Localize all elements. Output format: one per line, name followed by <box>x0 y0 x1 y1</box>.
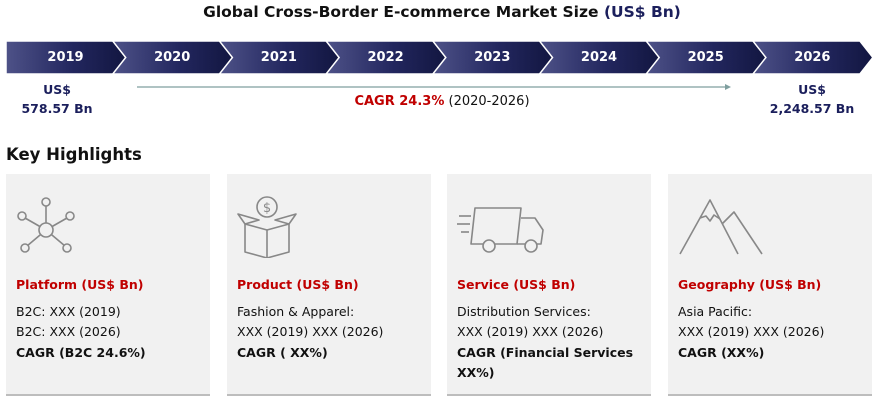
cagr-period: (2020-2026) <box>448 94 530 109</box>
dollar-box-icon: $ <box>237 196 297 258</box>
card-cagr: CAGR (Financial Services XX%) <box>457 345 634 380</box>
card-detail: Distribution Services: XXX (2019) XXX (2… <box>457 304 604 339</box>
card-cagr: CAGR (XX%) <box>678 345 765 360</box>
timeline-year-2025: 2025 <box>687 50 724 65</box>
timeline-year-2026: 2026 <box>794 50 831 65</box>
cagr-arrow <box>137 84 731 90</box>
chart-title: Global Cross-Border E-commerce Market Si… <box>0 3 884 21</box>
cagr-label: CAGR 24.3% <box>354 94 445 109</box>
title-unit: (US$ Bn) <box>603 3 681 21</box>
card-cagr: CAGR ( XX%) <box>237 345 328 360</box>
highlight-card-service: Service (US$ Bn) Distribution Services: … <box>447 174 651 396</box>
card-detail: Fashion & Apparel: XXX (2019) XXX (2026) <box>237 304 384 339</box>
card-heading: Geography (US$ Bn) <box>678 277 822 292</box>
timeline-year-2020: 2020 <box>154 50 191 65</box>
card-cagr: CAGR (B2C 24.6%) <box>16 345 146 360</box>
timeline-year-2023: 2023 <box>474 50 511 65</box>
timeline-year-2022: 2022 <box>367 50 404 65</box>
card-heading: Service (US$ Bn) <box>457 277 576 292</box>
title-main: Global Cross-Border E-commerce Market Si… <box>203 3 599 21</box>
card-detail: B2C: XXX (2019) B2C: XXX (2026) <box>16 304 121 339</box>
timeline-year-2019: 2019 <box>47 50 84 65</box>
network-icon <box>17 197 75 253</box>
card-heading: Product (US$ Bn) <box>237 277 359 292</box>
mountains-icon <box>679 199 763 255</box>
highlight-card-platform: Platform (US$ Bn) B2C: XXX (2019) B2C: X… <box>6 174 210 396</box>
highlight-card-geography: Geography (US$ Bn) Asia Pacific: XXX (20… <box>668 174 872 396</box>
svg-text:$: $ <box>263 201 271 216</box>
key-highlights-title: Key Highlights <box>6 145 142 164</box>
timeline-year-2024: 2024 <box>580 50 618 65</box>
delivery-truck-icon <box>457 207 544 253</box>
cagr-summary: CAGR 24.3% (2020-2026) <box>0 94 884 109</box>
year-timeline: 2019 2020 2021 2022 2023 2024 2025 2026 <box>6 41 872 74</box>
timeline-year-2021: 2021 <box>260 50 297 65</box>
card-heading: Platform (US$ Bn) <box>16 277 144 292</box>
card-detail: Asia Pacific: XXX (2019) XXX (2026) <box>678 304 825 339</box>
highlight-card-product: $ Product (US$ Bn) Fashion & Apparel: XX… <box>227 174 431 396</box>
